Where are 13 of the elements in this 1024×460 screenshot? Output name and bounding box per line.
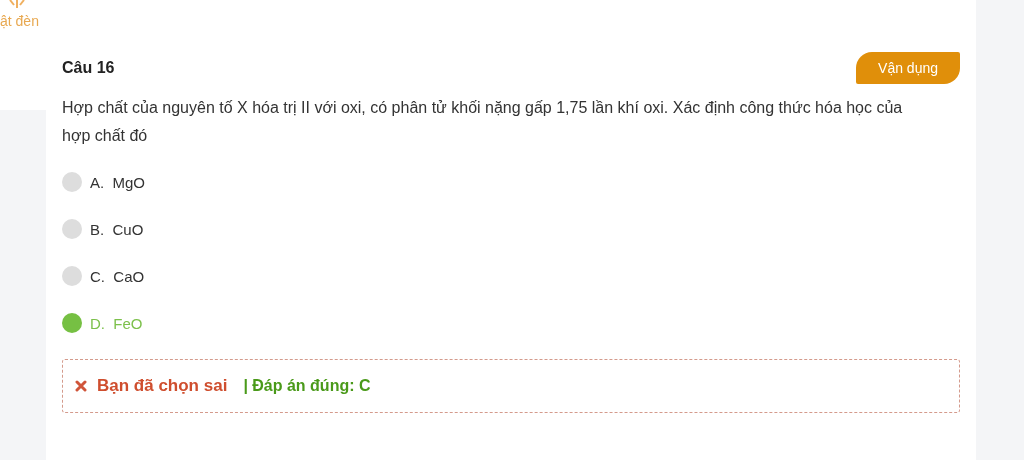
radio-button[interactable] [62,266,82,286]
answer-option[interactable]: A. MgO [62,170,960,194]
verdict-text: Bạn đã chọn sai [97,376,228,396]
cross-icon [75,380,87,392]
answer-option[interactable]: B. CuO [62,217,960,241]
question-title: Câu 16 [62,59,115,77]
question-text: Hợp chất của nguyên tố X hóa trị II với oxi, có phân tử khối nặng gấp 1,75 lần khí oxi. Xác định công thức hóa học của hợp chất đó [62,98,904,146]
radio-button[interactable] [62,219,82,239]
radio-button[interactable] [62,313,82,333]
correct-answer-text: | Đáp án đúng: C [243,377,371,395]
answer-option[interactable]: C. CaO [62,264,960,288]
radio-button[interactable] [62,172,82,192]
level-badge: Vận dụng [856,52,960,84]
